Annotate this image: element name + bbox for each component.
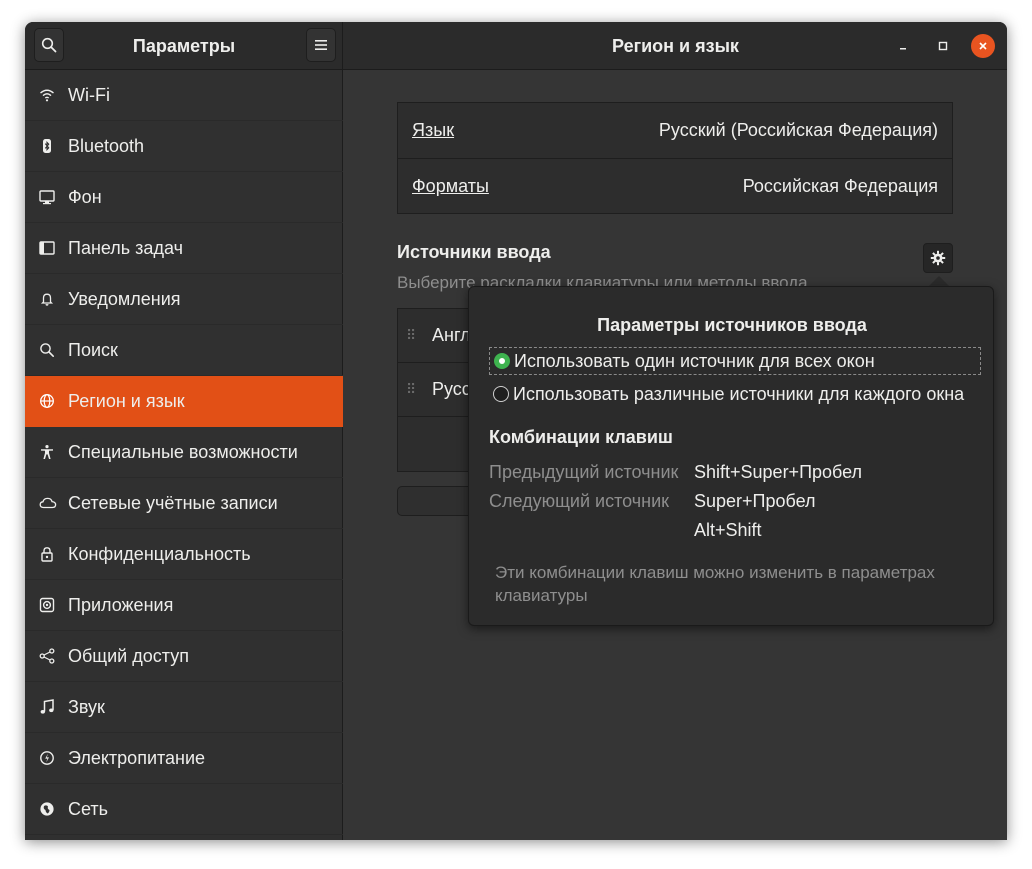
accessibility-icon bbox=[25, 444, 68, 460]
sidebar-item-label: Специальные возможности bbox=[68, 441, 298, 462]
language-value: Русский (Российская Федерация) bbox=[658, 120, 938, 140]
sidebar-item-sound[interactable]: Звук bbox=[25, 682, 343, 733]
wifi-icon bbox=[25, 87, 68, 103]
power-icon bbox=[25, 750, 68, 766]
bell-icon bbox=[25, 291, 68, 307]
music-note-icon bbox=[25, 699, 68, 715]
formats-label: Форматы bbox=[412, 175, 489, 196]
input-source-label: Англ bbox=[432, 325, 471, 345]
radio-unselected-icon[interactable] bbox=[493, 386, 509, 402]
input-sources-options-button[interactable] bbox=[923, 243, 953, 273]
sidebar-item-privacy[interactable]: Конфиденциальность bbox=[25, 529, 343, 580]
shortcuts-note[interactable]: Эти комбинации клавиш можно изменить в п… bbox=[495, 561, 985, 607]
prev-source-label: Предыдущий источник bbox=[489, 462, 679, 482]
drag-handle-icon[interactable]: ⠿ bbox=[398, 381, 432, 398]
language-row[interactable]: Язык Русский (Российская Федерация) bbox=[398, 103, 952, 158]
maximize-button[interactable] bbox=[931, 34, 955, 58]
sidebar-item-accessibility[interactable]: Специальные возможности bbox=[25, 427, 343, 478]
search-icon bbox=[41, 37, 57, 53]
region-list: Язык Русский (Российская Федерация) Форм… bbox=[397, 102, 953, 214]
input-source-label: Русс bbox=[432, 379, 471, 399]
sidebar-item-sharing[interactable]: Общий доступ bbox=[25, 631, 343, 682]
bluetooth-icon bbox=[25, 138, 68, 154]
apps-icon bbox=[25, 597, 68, 613]
sidebar-item-region[interactable]: Регион и язык bbox=[25, 376, 343, 427]
formats-row[interactable]: Форматы Российская Федерация bbox=[398, 158, 952, 213]
sidebar-item-applications[interactable]: Приложения bbox=[25, 580, 343, 631]
header-bar: Параметры Регион и язык bbox=[25, 22, 1007, 70]
maximize-icon bbox=[938, 41, 948, 51]
sidebar-item-label: Сетевые учётные записи bbox=[68, 492, 278, 513]
sidebar-item-label: Поиск bbox=[68, 339, 118, 360]
share-icon bbox=[25, 648, 68, 664]
radio-selected-icon[interactable] bbox=[494, 353, 510, 369]
sidebar-header: Параметры bbox=[25, 22, 343, 70]
popover-title: Параметры источников ввода bbox=[597, 315, 867, 335]
language-label: Язык bbox=[412, 120, 455, 140]
sidebar-item-label: Приложения bbox=[68, 594, 174, 615]
close-button[interactable] bbox=[971, 34, 995, 58]
sidebar-item-online-accounts[interactable]: Сетевые учётные записи bbox=[25, 478, 343, 529]
sidebar-item-notifications[interactable]: Уведомления bbox=[25, 274, 343, 325]
close-icon bbox=[979, 42, 987, 50]
radio-same-source[interactable]: Использовать один источник для всех окон bbox=[489, 347, 981, 375]
drag-handle-icon[interactable]: ⠿ bbox=[398, 327, 432, 344]
minimize-button[interactable] bbox=[891, 34, 915, 58]
cloud-icon bbox=[25, 495, 68, 511]
minimize-icon bbox=[900, 48, 906, 50]
lock-icon bbox=[25, 546, 68, 562]
sidebar-item-network[interactable]: Сеть bbox=[25, 784, 343, 835]
next-source-shortcut: Super+Пробел bbox=[694, 491, 816, 511]
input-sources-title: Источники ввода bbox=[397, 242, 551, 262]
sidebar-title: Параметры bbox=[132, 36, 236, 56]
background-icon bbox=[25, 189, 68, 205]
prev-source-shortcut: Shift+Super+Пробел bbox=[694, 462, 863, 482]
sidebar-item-label: Электропитание bbox=[68, 747, 206, 768]
search-button[interactable] bbox=[34, 28, 64, 62]
sidebar-item-label: Звук bbox=[68, 696, 105, 717]
sidebar-item-dock[interactable]: Панель задач bbox=[25, 223, 343, 274]
sidebar-item-label: Фон bbox=[68, 186, 102, 207]
sidebar-item-label: Сеть bbox=[68, 798, 109, 819]
sidebar-item-background[interactable]: Фон bbox=[25, 172, 343, 223]
gear-icon bbox=[930, 250, 946, 266]
sidebar-item-label: Wi-Fi bbox=[68, 84, 110, 105]
dock-icon bbox=[25, 240, 68, 256]
sidebar-item-power[interactable]: Электропитание bbox=[25, 733, 343, 784]
sidebar-item-label: Панель задач bbox=[68, 237, 183, 258]
network-icon bbox=[25, 801, 68, 817]
sidebar-item-wifi[interactable]: Wi-Fi bbox=[25, 70, 343, 121]
sidebar-item-label: Уведомления bbox=[68, 288, 181, 309]
menu-button[interactable] bbox=[306, 28, 336, 62]
sidebar-item-label: Регион и язык bbox=[68, 390, 185, 411]
next-source-label: Следующий источник bbox=[489, 491, 669, 511]
input-source-options-popover: Параметры источников ввода Использовать … bbox=[468, 286, 994, 626]
radio-label: Использовать различные источники для каж… bbox=[513, 383, 965, 404]
globe-icon bbox=[25, 393, 68, 409]
sidebar-item-label: Общий доступ bbox=[68, 645, 189, 666]
formats-value: Российская Федерация bbox=[742, 175, 938, 196]
sidebar-item-bluetooth[interactable]: Bluetooth bbox=[25, 121, 343, 172]
search-icon bbox=[25, 342, 68, 358]
radio-label: Использовать один источник для всех окон bbox=[514, 350, 875, 371]
hamburger-icon bbox=[315, 40, 327, 50]
sidebar-item-label: Bluetooth bbox=[68, 135, 145, 156]
sidebar-item-label: Конфиденциальность bbox=[68, 543, 251, 564]
sidebar-item-search[interactable]: Поиск bbox=[25, 325, 343, 376]
sidebar: Wi-Fi Bluetooth Фон Панель задач Уведомл… bbox=[25, 70, 343, 840]
shortcuts-title: Комбинации клавиш bbox=[489, 427, 673, 447]
next-source-shortcut-alt: Alt+Shift bbox=[694, 520, 762, 540]
radio-different-source[interactable]: Использовать различные источники для каж… bbox=[489, 380, 964, 408]
